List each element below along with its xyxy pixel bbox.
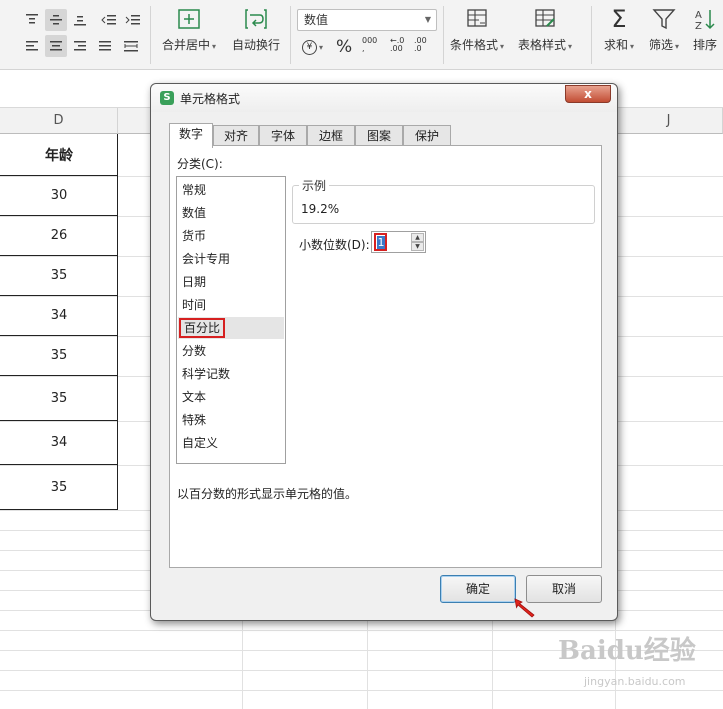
category-item-custom[interactable]: 自定义 xyxy=(178,432,284,454)
decimal-places-stepper[interactable]: 1 ▲ ▼ xyxy=(371,231,426,253)
category-description: 以百分数的形式显示单元格的值。 xyxy=(177,487,358,501)
table-border xyxy=(117,134,118,510)
dialog-titlebar[interactable]: S 单元格格式 x xyxy=(151,84,617,112)
number-tab-panel: 分类(C): 常规 数值 货币 会计专用 日期 时间 百分比 分数 科学记数 文… xyxy=(169,145,602,568)
align-middle-button[interactable] xyxy=(45,9,67,31)
increase-indent-button[interactable] xyxy=(122,9,144,31)
wrap-text-button[interactable]: 自动换行 xyxy=(232,8,280,53)
age-cell[interactable]: 26 xyxy=(0,216,118,256)
tab-number[interactable]: 数字 xyxy=(169,123,213,148)
align-right-icon xyxy=(74,41,86,51)
conditional-format-icon xyxy=(467,9,487,27)
category-item-scientific[interactable]: 科学记数 xyxy=(178,363,284,385)
distributed-button[interactable] xyxy=(120,35,142,57)
align-left-icon xyxy=(26,41,38,51)
tab-pattern[interactable]: 图案 xyxy=(355,125,403,147)
wrap-text-icon xyxy=(245,9,267,29)
age-cell[interactable]: 34 xyxy=(0,296,118,336)
age-header-cell[interactable]: 年龄 xyxy=(0,135,118,176)
close-button[interactable]: x xyxy=(565,85,611,103)
sort-button[interactable]: AZ 排序 xyxy=(693,8,717,53)
align-bottom-icon xyxy=(74,16,86,26)
svg-text:A: A xyxy=(695,10,702,21)
chevron-down-icon: ▼ xyxy=(424,15,431,24)
tab-alignment[interactable]: 对齐 xyxy=(213,125,259,147)
decimal-places-label: 小数位数(D): xyxy=(299,238,370,252)
align-center-button[interactable] xyxy=(45,35,67,57)
category-item-date[interactable]: 日期 xyxy=(178,271,284,293)
decrease-indent-button[interactable] xyxy=(98,9,120,31)
category-item-special[interactable]: 特殊 xyxy=(178,409,284,431)
tab-protection[interactable]: 保护 xyxy=(403,125,451,147)
category-list[interactable]: 常规 数值 货币 会计专用 日期 时间 百分比 分数 科学记数 文本 特殊 自定… xyxy=(176,176,286,464)
merge-cells-icon xyxy=(178,9,200,29)
increase-indent-icon xyxy=(125,15,140,25)
filter-button[interactable]: 筛选 ▾ xyxy=(649,8,679,53)
format-cells-dialog: S 单元格格式 x 数字 对齐 字体 边框 图案 保护 分类(C): 常规 数值… xyxy=(150,83,618,621)
age-cell[interactable]: 34 xyxy=(0,421,118,465)
spin-up-button[interactable]: ▲ xyxy=(411,233,424,242)
watermark-logo: Baidu经验 xyxy=(558,636,696,666)
category-item-percentage[interactable]: 百分比 xyxy=(178,317,284,339)
cancel-button[interactable]: 取消 xyxy=(526,575,602,603)
sample-group: 示例 19.2% xyxy=(292,177,595,224)
column-header-j[interactable]: J xyxy=(615,108,723,134)
align-left-button[interactable] xyxy=(21,35,43,57)
align-right-button[interactable] xyxy=(69,35,91,57)
app-logo-icon: S xyxy=(160,91,174,105)
justify-button[interactable] xyxy=(94,35,116,57)
conditional-format-button[interactable]: 条件格式 ▾ xyxy=(450,8,504,53)
sigma-icon: Σ xyxy=(611,5,627,33)
category-item-currency[interactable]: 货币 xyxy=(178,225,284,247)
category-item-text[interactable]: 文本 xyxy=(178,386,284,408)
filter-icon xyxy=(652,9,676,30)
category-item-number[interactable]: 数值 xyxy=(178,202,284,224)
dialog-title: 单元格格式 xyxy=(180,92,241,106)
sample-label: 示例 xyxy=(299,177,330,194)
category-item-fraction[interactable]: 分数 xyxy=(178,340,284,362)
align-middle-icon xyxy=(50,15,62,25)
age-cell[interactable]: 35 xyxy=(0,336,118,376)
percent-button[interactable]: % xyxy=(336,37,352,57)
toolbar-ribbon: 合并居中 ▾ 自动换行 数值 ▼ ¥ ▾ % 000, ←.0.00 .00.0 条… xyxy=(0,0,723,70)
category-item-accounting[interactable]: 会计专用 xyxy=(178,248,284,270)
align-bottom-button[interactable] xyxy=(69,9,91,31)
decrease-indent-icon xyxy=(101,15,116,25)
column-header-d[interactable]: D xyxy=(0,108,118,134)
svg-text:Z: Z xyxy=(695,21,702,30)
table-style-button[interactable]: 表格样式 ▾ xyxy=(518,8,572,53)
currency-button[interactable]: ¥ ▾ xyxy=(302,37,323,57)
tab-font[interactable]: 字体 xyxy=(259,125,307,147)
category-item-time[interactable]: 时间 xyxy=(178,294,284,316)
currency-icon: ¥ xyxy=(302,39,317,55)
number-format-select[interactable]: 数值 ▼ xyxy=(297,9,437,31)
age-cell[interactable]: 35 xyxy=(0,465,118,510)
align-top-button[interactable] xyxy=(21,9,43,31)
decrease-decimal-button[interactable]: .00.0 xyxy=(414,37,427,57)
age-cell[interactable]: 30 xyxy=(0,176,118,216)
category-item-general[interactable]: 常规 xyxy=(178,179,284,201)
category-label: 分类(C): xyxy=(177,157,223,171)
dialog-body: 数字 对齐 字体 边框 图案 保护 分类(C): 常规 数值 货币 会计专用 日… xyxy=(156,112,612,616)
align-center-icon xyxy=(50,41,62,51)
table-style-icon xyxy=(535,9,555,27)
justify-icon xyxy=(99,41,111,51)
decimal-places-input[interactable]: 1 xyxy=(374,233,387,251)
increase-decimal-button[interactable]: ←.0.00 xyxy=(390,37,404,57)
pointer-arrow-icon xyxy=(514,598,535,618)
age-cell[interactable]: 35 xyxy=(0,256,118,296)
spin-down-button[interactable]: ▼ xyxy=(411,242,424,251)
watermark-url: jingyan.baidu.com xyxy=(584,675,686,688)
tab-border[interactable]: 边框 xyxy=(307,125,355,147)
sort-icon: AZ xyxy=(695,10,715,30)
age-cell[interactable]: 35 xyxy=(0,376,118,421)
thousands-button[interactable]: 000, xyxy=(362,37,377,57)
ok-button[interactable]: 确定 xyxy=(440,575,516,603)
sum-button[interactable]: Σ 求和 ▾ xyxy=(604,5,634,53)
align-top-icon xyxy=(26,14,38,24)
distributed-icon xyxy=(124,41,138,52)
sample-value: 19.2% xyxy=(301,202,340,216)
merge-center-button[interactable]: 合并居中 ▾ xyxy=(162,8,216,53)
